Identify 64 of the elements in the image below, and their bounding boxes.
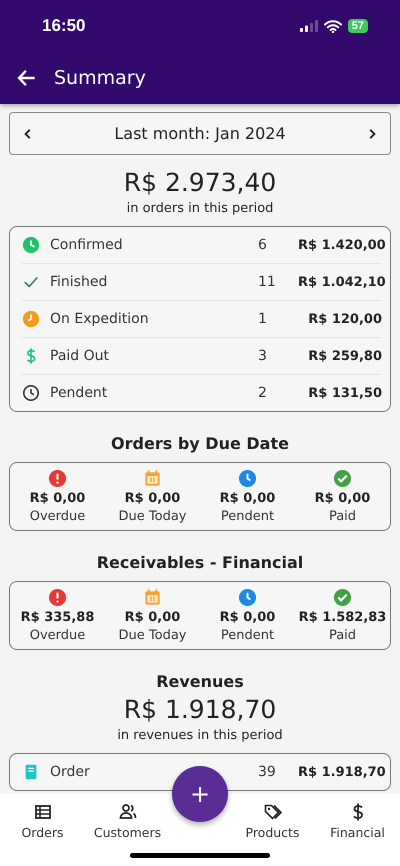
tile-label: Overdue	[30, 628, 86, 643]
table-icon	[32, 802, 52, 822]
screen-title: Summary	[54, 67, 146, 89]
tags-icon	[262, 802, 282, 822]
status-label: On Expedition	[50, 311, 150, 327]
status-label: Confirmed	[50, 237, 124, 253]
status-label: Pendent	[50, 385, 108, 401]
tile-amount: R$ 1.582,83	[298, 610, 386, 625]
section-heading: Revenues	[156, 672, 244, 691]
calendar-icon	[143, 588, 162, 607]
revenue-label: Order	[50, 764, 91, 780]
tile-label: Due Today	[118, 509, 186, 524]
status-count: 6	[258, 237, 268, 253]
status-count: 2	[258, 385, 268, 401]
total-caption: in orders in this period	[126, 201, 274, 216]
status-count: 1	[258, 311, 268, 327]
nav-label[interactable]: Financial	[330, 825, 385, 840]
tile-amount: R$ 0,00	[314, 491, 370, 506]
tile-amount: R$ 0,00	[220, 610, 276, 625]
status-label: Paid Out	[50, 348, 110, 364]
period-label: Last month: Jan 2024	[114, 124, 286, 143]
revenues-total: R$ 1.918,70	[124, 695, 276, 724]
clock-icon	[238, 588, 257, 607]
clock-icon	[22, 310, 40, 328]
status-amount: R$ 120,00	[307, 312, 382, 326]
tile-amount: R$ 0,00	[30, 491, 86, 506]
signal-icon	[300, 20, 318, 32]
nav-label[interactable]: Orders	[21, 825, 64, 840]
clock-icon	[238, 469, 257, 488]
tile-amount: R$ 0,00	[124, 610, 180, 625]
nav-label[interactable]: Customers	[94, 825, 162, 840]
tile-label: Overdue	[30, 509, 86, 524]
section-heading: Orders by Due Date	[111, 434, 289, 453]
status-amount: R$ 131,50	[307, 386, 382, 400]
tile-amount: R$ 335,88	[20, 610, 94, 625]
nav-label[interactable]: Products	[246, 825, 300, 840]
status-count: 3	[258, 348, 268, 364]
people-icon	[118, 802, 138, 822]
calendar-icon	[143, 469, 162, 488]
tile-label: Due Today	[118, 628, 186, 643]
section-heading: Receivables - Financial	[96, 553, 304, 572]
status-time: 16:50	[42, 16, 86, 36]
alert-icon	[48, 588, 67, 607]
status-amount: R$ 259,80	[307, 348, 382, 364]
tile-amount: R$ 0,00	[220, 491, 276, 506]
clock-icon	[22, 384, 40, 402]
alert-icon	[48, 469, 67, 488]
tile-label: Pendent	[220, 509, 274, 524]
period-selector[interactable]: Last month: Jan 2024	[9, 112, 391, 155]
revenue-count: 39	[258, 764, 277, 780]
add-button[interactable]: +	[172, 766, 228, 822]
wifi-icon	[324, 20, 342, 32]
tile-label: Paid	[328, 628, 356, 643]
tile-label: Paid	[328, 509, 356, 524]
status-count: 11	[258, 274, 277, 290]
battery-indicator: 57	[348, 19, 368, 33]
check-circle-icon	[333, 469, 352, 488]
revenues-caption: in revenues in this period	[117, 728, 283, 743]
tile-amount: R$ 0,00	[124, 491, 180, 506]
clock-icon	[22, 236, 40, 254]
status-label: Finished	[50, 274, 108, 290]
orders-total: R$ 2.973,40	[124, 168, 276, 197]
check-circle-icon	[333, 588, 352, 607]
tile-label: Pendent	[220, 628, 274, 643]
